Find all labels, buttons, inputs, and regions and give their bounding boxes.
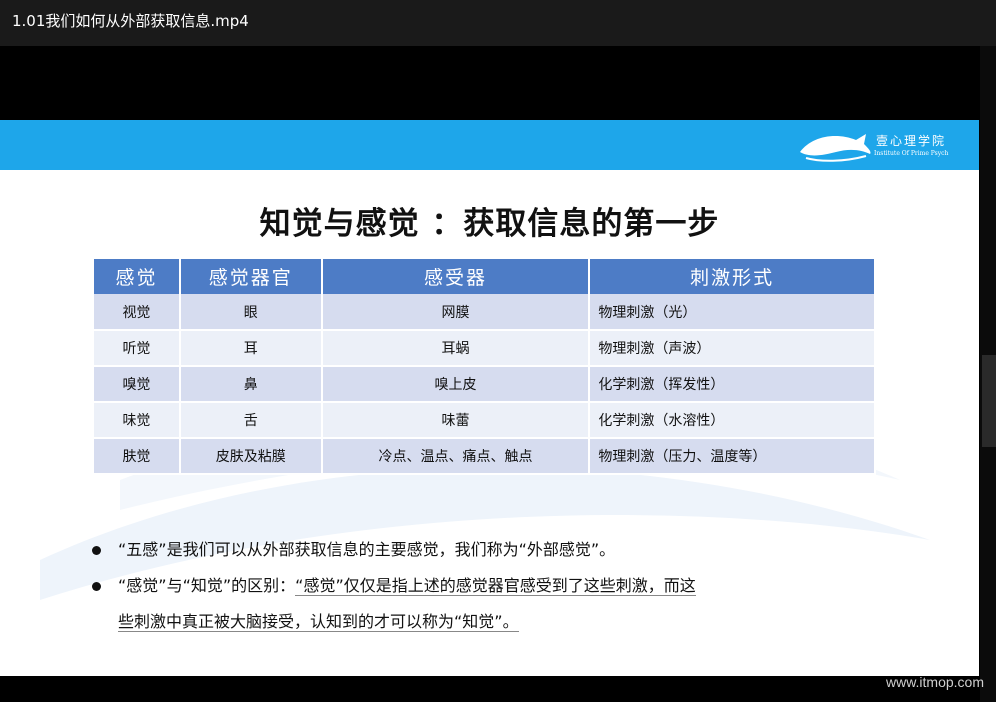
table-row: 听觉 耳 耳蜗 物理刺激（声波） <box>94 330 876 367</box>
window-title-bar: 1.01我们如何从外部获取信息.mp4 <box>0 0 996 46</box>
table-cell: 物理刺激（声波） <box>589 330 876 367</box>
presentation-slide: 壹心理学院 Institute Of Prime Psych 知觉与感觉 ：获取… <box>0 120 979 676</box>
dolphin-icon <box>800 134 871 162</box>
table-cell: 物理刺激（光） <box>589 294 876 331</box>
bullet-item: “五感”是我们可以从外部获取信息的主要感觉，我们称为“外部感觉”。 <box>86 532 826 568</box>
table-header-row: 感觉 感觉器官 感受器 刺激形式 <box>94 259 876 294</box>
table-cell: 耳蜗 <box>321 330 591 367</box>
window-title: 1.01我们如何从外部获取信息.mp4 <box>12 12 249 30</box>
table-cell: 嗅上皮 <box>321 366 591 403</box>
table-row: 味觉 舌 味蕾 化学刺激（水溶性） <box>94 402 876 439</box>
table-header-cell: 感受器 <box>321 259 591 294</box>
table-cell: 冷点、温点、痛点、触点 <box>321 438 591 475</box>
senses-table: 感觉 感觉器官 感受器 刺激形式 视觉 眼 网膜 物理刺激（光） 听觉 耳 耳蜗… <box>94 259 876 475</box>
table-cell: 肤觉 <box>94 438 181 475</box>
table-cell: 眼 <box>179 294 323 331</box>
table-cell: 物理刺激（压力、温度等） <box>589 438 876 475</box>
table-cell: 化学刺激（水溶性） <box>589 402 876 439</box>
table-row: 嗅觉 鼻 嗅上皮 化学刺激（挥发性） <box>94 366 876 403</box>
bullet-underlined-text: “感觉”仅仅是指上述的感觉器官感受到了这些刺激，而这 <box>295 576 696 596</box>
bullet-prefix: “感觉”与“知觉”的区别： <box>118 576 296 595</box>
bullet-text: “五感”是我们可以从外部获取信息的主要感觉，我们称为“外部感觉”。 <box>118 540 616 559</box>
table-cell: 舌 <box>179 402 323 439</box>
table-cell: 鼻 <box>179 366 323 403</box>
table-header-cell: 感觉器官 <box>179 259 323 294</box>
table-cell: 皮肤及粘膜 <box>179 438 323 475</box>
table-cell: 味觉 <box>94 402 181 439</box>
table-cell: 嗅觉 <box>94 366 181 403</box>
bullet-list: “五感”是我们可以从外部获取信息的主要感觉，我们称为“外部感觉”。 “感觉”与“… <box>86 532 826 640</box>
logo-subtitle: Institute Of Prime Psych <box>874 150 949 157</box>
site-watermark: www.itmop.com <box>885 674 984 690</box>
table-header-cell: 感觉 <box>94 259 181 294</box>
slide-title: 知觉与感觉 ：获取信息的第一步 <box>259 206 720 242</box>
table-row: 视觉 眼 网膜 物理刺激（光） <box>94 294 876 331</box>
table-cell: 网膜 <box>321 294 591 331</box>
bullet-dot-icon <box>92 546 101 555</box>
institute-logo: 壹心理学院 Institute Of Prime Psych <box>796 126 976 166</box>
scrollbar-thumb[interactable] <box>982 355 996 447</box>
table-cell: 味蕾 <box>321 402 591 439</box>
table-cell: 化学刺激（挥发性） <box>589 366 876 403</box>
table-header-cell: 刺激形式 <box>589 259 876 294</box>
table-cell: 视觉 <box>94 294 181 331</box>
bullet-dot-icon <box>92 582 101 591</box>
bullet-underlined-text-continued: 些刺激中真正被大脑接受，认知到的才可以称为“知觉”。 <box>118 612 519 632</box>
table-cell: 听觉 <box>94 330 181 367</box>
table-cell: 耳 <box>179 330 323 367</box>
bullet-item: “感觉”与“知觉”的区别：“感觉”仅仅是指上述的感觉器官感受到了这些刺激，而这 … <box>86 568 826 640</box>
logo-name: 壹心理学院 <box>876 134 947 148</box>
table-row: 肤觉 皮肤及粘膜 冷点、温点、痛点、触点 物理刺激（压力、温度等） <box>94 438 876 475</box>
